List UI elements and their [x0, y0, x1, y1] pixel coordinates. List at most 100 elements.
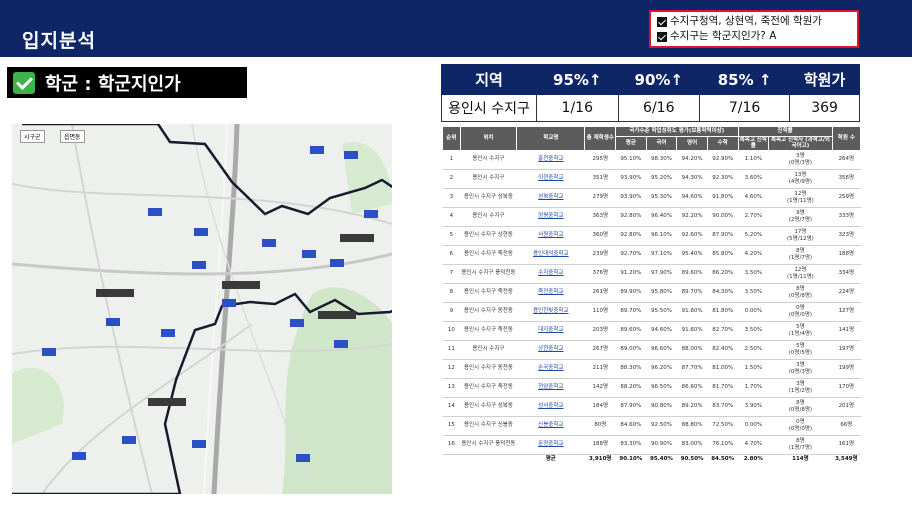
korean-cell: 96.10%	[646, 226, 677, 246]
detail-header-special-detail: 특목고 진학자 (과학고/외국어고)	[768, 136, 833, 151]
avg-cell: 87.90%	[615, 397, 647, 417]
map-tag-neighborhood[interactable]: 읍면동	[60, 130, 85, 143]
school-name-link[interactable]: 손곡중학교	[516, 359, 585, 379]
summary-header-row: 지역 95%↑ 90%↑ 85% ↑ 학원가	[441, 64, 860, 95]
special-count: 8명	[796, 438, 805, 445]
special-cell: 4.20%	[738, 245, 769, 265]
school-name-link[interactable]: 수지중학교	[516, 264, 585, 284]
summary-header-90: 90%↑	[617, 64, 701, 95]
rank-cell: 13	[442, 378, 461, 398]
special-detail-cell: 8명 (1명/7명)	[768, 435, 833, 455]
english-cell: 86.60%	[676, 378, 708, 398]
school-name-link[interactable]: 정평중학교	[516, 207, 585, 227]
special-breakdown: (1명/4명)	[788, 330, 813, 337]
avg-cell: 89.70%	[615, 302, 647, 322]
special-count: 0명	[796, 305, 805, 312]
school-name-link[interactable]: 문정중학교	[516, 435, 585, 455]
rank-cell: 12	[442, 359, 461, 379]
school-name-link[interactable]: 성서중학교	[516, 397, 585, 417]
school-name-link[interactable]: 상현중학교	[516, 340, 585, 360]
avg-cell: 89.90%	[615, 283, 647, 303]
math-cell: 81.70%	[707, 378, 739, 398]
students-cell: 376명	[584, 264, 616, 284]
korean-cell: 96.60%	[646, 340, 677, 360]
school-name-link[interactable]: 대지중학교	[516, 321, 585, 341]
students-cell: 267명	[584, 340, 616, 360]
avg-cell: 91.20%	[615, 264, 647, 284]
special-breakdown: (0명/8명)	[788, 406, 813, 413]
rank-cell: 5	[442, 226, 461, 246]
school-name-link[interactable]: 용인대덕중학교	[516, 245, 585, 265]
math-cell: 85.80%	[707, 245, 739, 265]
school-row: 14 용인시 수지구 성복동 성서중학교 184명 87.90% 90.80% 89.20%…	[442, 397, 861, 417]
special-detail-cell: 3명 (0명/3명)	[768, 150, 833, 170]
location-cell: 용인시 수지구 죽전동	[460, 378, 517, 398]
location-cell: 용인시 수지구 죽전동	[460, 283, 517, 303]
location-cell: 용인시 수지구	[460, 340, 517, 360]
summary-85: 7/16	[699, 94, 791, 122]
detail-header-english: 영어	[676, 136, 708, 151]
school-name-link[interactable]: 서원중학교	[516, 226, 585, 246]
special-detail-cell: 8명 (0명/8명)	[768, 283, 833, 303]
academies-cell: 333명	[832, 207, 861, 227]
location-cell: 용인시 수지구	[460, 169, 517, 189]
school-name-link[interactable]: 신봉중학교	[516, 416, 585, 436]
academies-cell: 161명	[832, 435, 861, 455]
location-cell: 용인시 수지구 죽전동	[460, 245, 517, 265]
school-name-link[interactable]: 현암중학교	[516, 378, 585, 398]
special-count: 5명	[796, 324, 805, 331]
avg-cell: 89.00%	[615, 340, 647, 360]
special-breakdown: (1명/7명)	[788, 254, 813, 261]
school-name-link[interactable]: 홍천중학교	[516, 150, 585, 170]
students-cell: 261명	[584, 283, 616, 303]
note-line: 수지구는 학군지인가? A	[657, 29, 851, 44]
special-detail-cell: 8명 (1명/7명)	[768, 245, 833, 265]
special-breakdown: (1명/11명)	[787, 197, 814, 204]
school-name-link[interactable]: 용인한빛중학교	[516, 302, 585, 322]
math-cell: 90.00%	[707, 207, 739, 227]
korean-cell: 96.40%	[646, 207, 677, 227]
school-name-link[interactable]: 이현중학교	[516, 169, 585, 189]
school-row: 16 용인시 수지구 풍덕천동 문정중학교 188명 83.30% 90.90% 83.00…	[442, 435, 861, 455]
special-breakdown: (0명/0명)	[788, 425, 813, 432]
school-row: 15 용인시 수지구 신봉동 신봉중학교 80명 84.60% 92.50% 88.80% 7…	[442, 416, 861, 436]
summary-header-region: 지역	[441, 64, 537, 95]
summary-region: 용인시 수지구	[441, 94, 537, 122]
students-cell: 360명	[584, 226, 616, 246]
math-cell: 82.40%	[707, 340, 739, 360]
math-cell: 91.80%	[707, 188, 739, 208]
math-cell: 92.30%	[707, 169, 739, 189]
school-name-link[interactable]: 성복중학교	[516, 188, 585, 208]
students-cell: 184명	[584, 397, 616, 417]
detail-header-rank: 순위	[442, 126, 461, 151]
detail-header-avg: 평균	[615, 136, 647, 151]
school-district-map[interactable]: 시구군 읍면동	[12, 124, 392, 494]
special-detail-cell: 8명 (0명/8명)	[768, 397, 833, 417]
english-cell: 91.60%	[676, 321, 708, 341]
checkbox-icon	[657, 31, 667, 42]
korean-cell: 95.20%	[646, 169, 677, 189]
note-line: 수지구청역, 상현역, 죽전에 학원가	[657, 14, 851, 29]
academies-cell: 66명	[832, 416, 861, 436]
english-cell: 91.80%	[676, 302, 708, 322]
school-name-link[interactable]: 죽전중학교	[516, 283, 585, 303]
math-cell: 81.00%	[707, 359, 739, 379]
special-count: 3명	[796, 381, 805, 388]
rank-cell: 9	[442, 302, 461, 322]
english-cell: 89.70%	[676, 283, 708, 303]
special-cell: 4.60%	[738, 188, 769, 208]
location-cell: 용인시 수지구	[460, 150, 517, 170]
summary-table: 지역 95%↑ 90%↑ 85% ↑ 학원가 용인시 수지구 1/16 6/16…	[441, 64, 860, 122]
avg-cell: 92.70%	[615, 245, 647, 265]
avg-cell: 95.10%	[615, 150, 647, 170]
note-box: 수지구청역, 상현역, 죽전에 학원가 수지구는 학군지인가? A	[649, 10, 859, 48]
map-tag-district[interactable]: 시구군	[20, 130, 45, 143]
location-cell: 용인시 수지구 성복동	[460, 188, 517, 208]
special-breakdown: (4명/9명)	[788, 178, 813, 185]
summary-90: 6/16	[617, 94, 701, 122]
average-detail: 114명	[768, 453, 833, 465]
avg-cell: 93.90%	[615, 169, 647, 189]
avg-cell: 89.60%	[615, 321, 647, 341]
rank-cell: 3	[442, 188, 461, 208]
special-count: 12명	[794, 267, 807, 274]
